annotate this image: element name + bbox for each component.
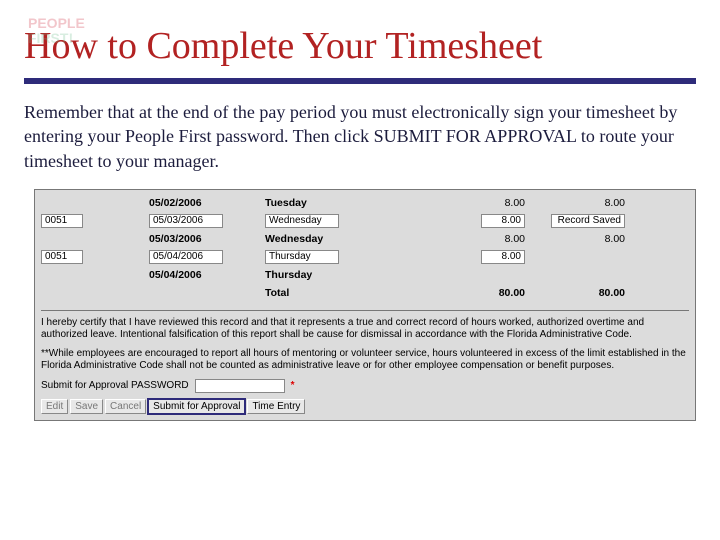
summary-row: 05/04/2006 Thursday <box>41 266 689 284</box>
body-paragraph: Remember that at the end of the pay peri… <box>24 100 696 173</box>
certification-block: I hereby certify that I have reviewed th… <box>41 310 689 373</box>
total-col2: 80.00 <box>535 287 625 299</box>
timesheet-grid: 05/02/2006 Tuesday 8.00 8.00 0051 05/03/… <box>41 194 689 302</box>
total-label: Total <box>265 287 375 299</box>
required-asterisk: * <box>291 380 295 391</box>
hours-input[interactable]: 8.00 <box>481 250 525 264</box>
date-input[interactable]: 05/04/2006 <box>149 250 223 264</box>
date-label: 05/02/2006 <box>149 197 249 209</box>
hours-col2: 8.00 <box>535 197 625 209</box>
timesheet-screenshot: 05/02/2006 Tuesday 8.00 8.00 0051 05/03/… <box>34 189 696 421</box>
hours-col1: 8.00 <box>375 197 535 209</box>
hours-col1: 8.00 <box>375 233 535 245</box>
submit-for-approval-button[interactable]: Submit for Approval <box>148 399 245 414</box>
day-label: Thursday <box>265 269 375 281</box>
certification-text-1: I hereby certify that I have reviewed th… <box>41 317 689 342</box>
password-row: Submit for Approval PASSWORD * <box>41 379 689 393</box>
hours-input[interactable]: 8.00 <box>481 214 525 228</box>
day-input[interactable]: Thursday <box>265 250 339 264</box>
date-label: 05/04/2006 <box>149 269 249 281</box>
cancel-button[interactable]: Cancel <box>105 399 146 414</box>
password-input[interactable] <box>195 379 285 393</box>
date-label: 05/03/2006 <box>149 233 249 245</box>
slide: How to Complete Your Timesheet Remember … <box>0 0 720 173</box>
time-entry-button[interactable]: Time Entry <box>247 399 305 414</box>
total-row: Total 80.00 80.00 <box>41 284 689 302</box>
date-input[interactable]: 05/03/2006 <box>149 214 223 228</box>
summary-row: 05/02/2006 Tuesday 8.00 8.00 <box>41 194 689 212</box>
code-input[interactable]: 0051 <box>41 214 83 228</box>
hours-col2: 8.00 <box>535 233 625 245</box>
day-input[interactable]: Wednesday <box>265 214 339 228</box>
total-col1: 80.00 <box>375 287 535 299</box>
day-label: Wednesday <box>265 233 375 245</box>
entry-row: 0051 05/03/2006 Wednesday 8.00 Record Sa… <box>41 212 689 230</box>
entry-row: 0051 05/04/2006 Thursday 8.00 <box>41 248 689 266</box>
save-button[interactable]: Save <box>70 399 103 414</box>
code-input[interactable]: 0051 <box>41 250 83 264</box>
summary-row: 05/03/2006 Wednesday 8.00 8.00 <box>41 230 689 248</box>
certification-text-2: **While employees are encouraged to repo… <box>41 348 689 373</box>
status-text: Record Saved <box>551 214 625 228</box>
edit-button[interactable]: Edit <box>41 399 68 414</box>
title-rule <box>24 78 696 84</box>
page-title: How to Complete Your Timesheet <box>24 24 696 68</box>
password-label: Submit for Approval PASSWORD <box>41 380 189 391</box>
button-bar: Edit Save Cancel Submit for Approval Tim… <box>41 399 689 414</box>
day-label: Tuesday <box>265 197 375 209</box>
